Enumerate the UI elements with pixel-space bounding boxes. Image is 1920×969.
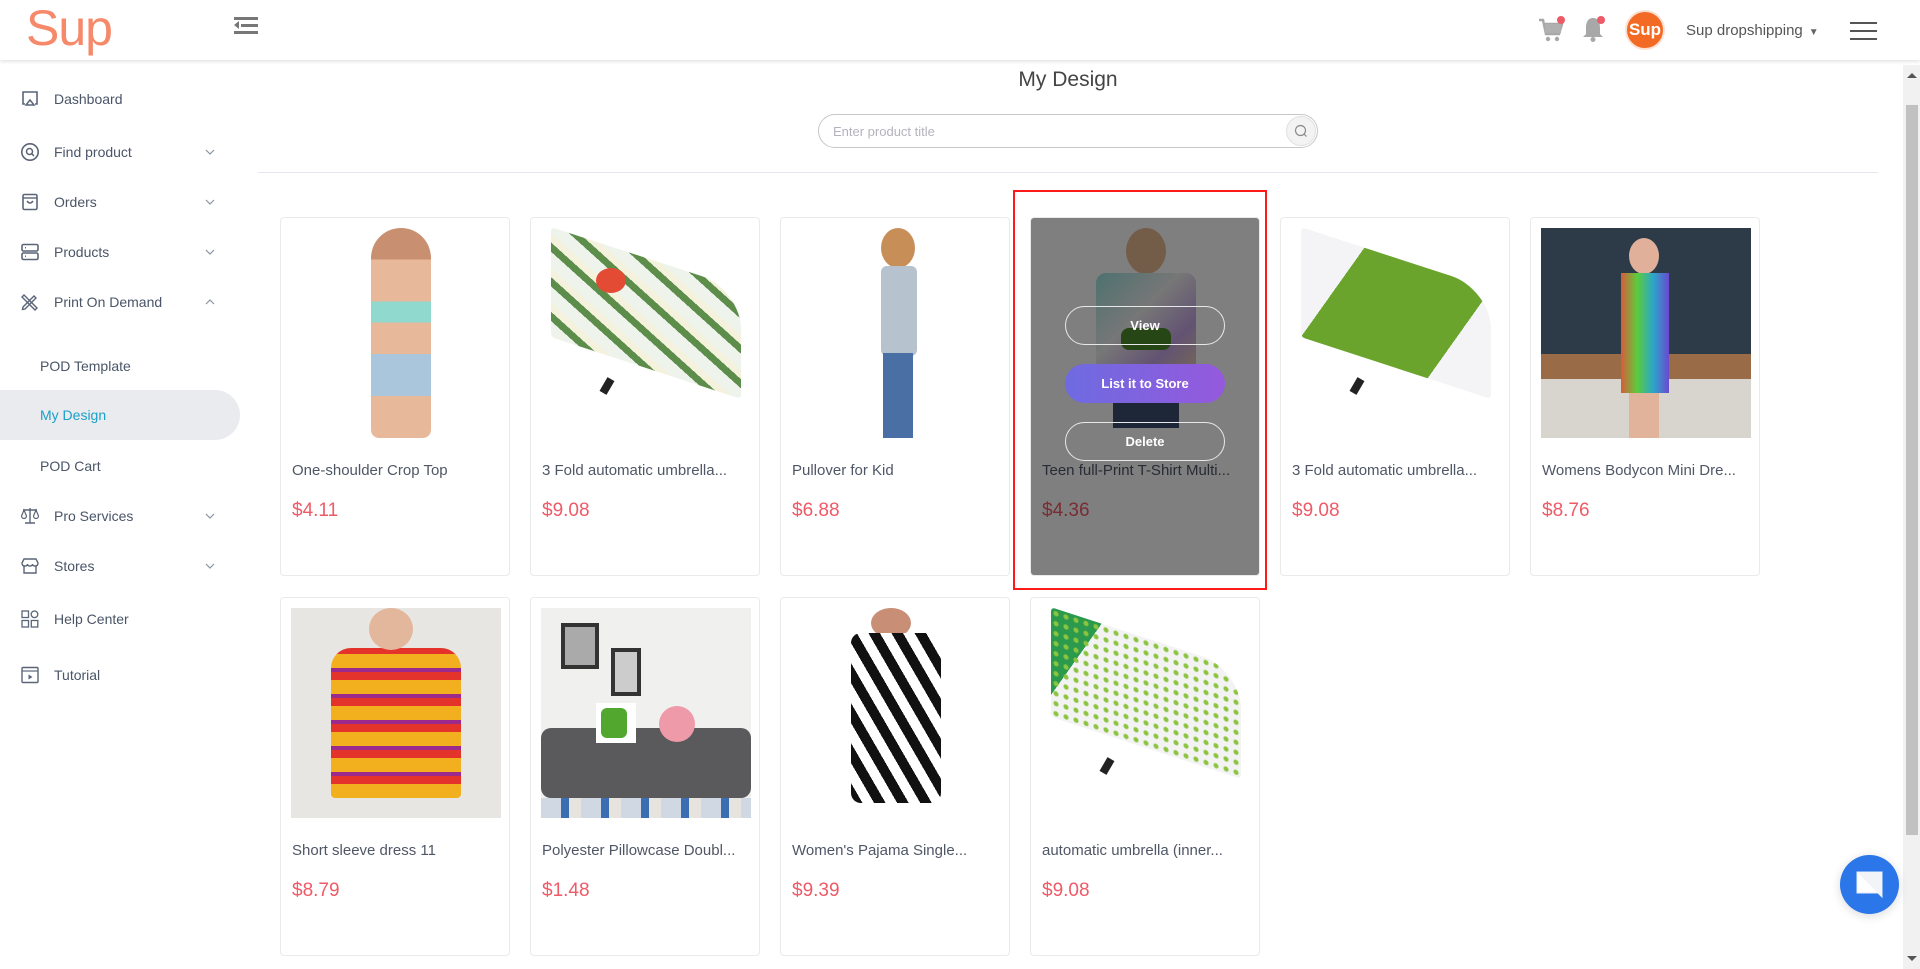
product-card[interactable]: Women's Pajama Single... $9.39 — [780, 597, 1010, 956]
list-to-store-button[interactable]: List it to Store — [1065, 364, 1225, 403]
product-card[interactable]: Womens Bodycon Mini Dre... $8.76 — [1530, 217, 1760, 576]
product-title[interactable]: Pullover for Kid — [792, 462, 1004, 479]
chevron-down-icon — [205, 199, 215, 205]
product-price: $4.11 — [292, 500, 339, 521]
sidebar-item-pro-services[interactable]: Pro Services — [0, 494, 240, 538]
sidebar-subitem-my-design[interactable]: My Design — [0, 390, 240, 440]
divider — [258, 172, 1878, 173]
grid-icon — [21, 610, 39, 628]
scroll-up-arrow-icon[interactable] — [1907, 73, 1917, 78]
product-image[interactable] — [541, 608, 751, 818]
chevron-down-icon — [205, 513, 215, 519]
product-search — [818, 114, 1318, 148]
chevron-down-icon — [205, 563, 215, 569]
scrollbar[interactable] — [1903, 65, 1920, 969]
sidebar-item-orders[interactable]: Orders — [0, 180, 240, 224]
product-price: $8.79 — [292, 880, 340, 901]
sidebar-item-tutorial[interactable]: Tutorial — [0, 653, 240, 697]
scroll-down-arrow-icon[interactable] — [1907, 956, 1917, 961]
cart-notification-dot — [1557, 16, 1565, 24]
search-circle-icon — [21, 143, 39, 161]
product-card[interactable]: One-shoulder Crop Top $4.11 — [280, 217, 510, 576]
sidebar-item-dashboard[interactable]: Dashboard — [0, 77, 240, 121]
product-image[interactable] — [1291, 228, 1501, 438]
search-icon — [1294, 124, 1307, 137]
product-price: $8.76 — [1542, 500, 1590, 521]
hover-overlay: View List it to Store Delete — [1031, 218, 1259, 575]
product-title[interactable]: 3 Fold automatic umbrella... — [1292, 462, 1504, 479]
product-image[interactable] — [791, 608, 1001, 818]
product-card[interactable]: Polyester Pillowcase Doubl... $1.48 — [530, 597, 760, 956]
product-price: $9.39 — [792, 880, 840, 901]
chevron-down-icon — [205, 249, 215, 255]
product-title[interactable]: Polyester Pillowcase Doubl... — [542, 842, 754, 859]
sidebar-item-print-on-demand[interactable]: Print On Demand — [0, 280, 240, 324]
sidebar-item-find-product[interactable]: Find product — [0, 130, 240, 174]
product-price: $9.08 — [542, 500, 590, 521]
pencil-ruler-icon — [21, 294, 38, 311]
product-image[interactable] — [541, 228, 751, 438]
scroll-thumb[interactable] — [1906, 105, 1918, 835]
sidebar: Dashboard Find product Orders Products P… — [0, 60, 245, 969]
account-name: Sup dropshipping — [1686, 22, 1803, 39]
account-dropdown[interactable]: Sup dropshipping ▼ — [1686, 22, 1819, 39]
product-image[interactable] — [291, 608, 501, 818]
hamburger-menu-icon[interactable] — [1850, 22, 1877, 40]
product-card[interactable]: automatic umbrella (inner... $9.08 — [1030, 597, 1260, 956]
product-image[interactable] — [1541, 228, 1751, 438]
search-input[interactable] — [833, 115, 1263, 147]
monitor-icon — [22, 91, 38, 106]
sidebar-item-stores[interactable]: Stores — [0, 544, 240, 588]
scale-icon — [20, 508, 40, 524]
chevron-down-icon — [205, 149, 215, 155]
product-price: $9.08 — [1042, 880, 1090, 901]
sidebar-subitem-pod-cart[interactable]: POD Cart — [0, 441, 240, 491]
bell-icon[interactable] — [1580, 15, 1606, 43]
product-image[interactable] — [791, 228, 1001, 438]
server-icon — [21, 243, 39, 261]
top-header: Sup Sup Sup dropshipping ▼ — [0, 0, 1920, 60]
product-image[interactable] — [291, 228, 501, 438]
avatar[interactable]: Sup — [1625, 10, 1665, 50]
chevron-up-icon — [205, 299, 215, 305]
product-title[interactable]: Womens Bodycon Mini Dre... — [1542, 462, 1754, 479]
caret-down-icon: ▼ — [1808, 27, 1819, 38]
product-card[interactable]: Teen full-Print T-Shirt Multi...$4.36Vie… — [1030, 217, 1260, 576]
product-title[interactable]: Women's Pajama Single... — [792, 842, 1004, 859]
product-card[interactable]: 3 Fold automatic umbrella... $9.08 — [530, 217, 760, 576]
video-icon — [21, 666, 39, 684]
sidebar-subitem-pod-template[interactable]: POD Template — [0, 341, 240, 391]
chat-button[interactable] — [1840, 855, 1899, 914]
sidebar-item-help-center[interactable]: Help Center — [0, 597, 240, 641]
bell-notification-dot — [1597, 16, 1605, 24]
product-card[interactable]: Pullover for Kid $6.88 — [780, 217, 1010, 576]
product-title[interactable]: Short sleeve dress 11 — [292, 842, 504, 859]
product-card[interactable]: 3 Fold automatic umbrella... $9.08 — [1280, 217, 1510, 576]
product-card[interactable]: Short sleeve dress 11 $8.79 — [280, 597, 510, 956]
collapse-sidebar-icon[interactable] — [234, 15, 258, 37]
search-button[interactable] — [1286, 116, 1316, 146]
sidebar-item-products[interactable]: Products — [0, 230, 240, 274]
product-title[interactable]: automatic umbrella (inner... — [1042, 842, 1254, 859]
product-price: $1.48 — [542, 880, 590, 901]
bag-icon — [22, 193, 38, 211]
page-title: My Design — [1018, 68, 1118, 91]
product-image[interactable] — [1041, 608, 1251, 818]
product-price: $6.88 — [792, 500, 840, 521]
store-icon — [21, 558, 39, 574]
product-title[interactable]: 3 Fold automatic umbrella... — [542, 462, 754, 479]
view-button[interactable]: View — [1065, 306, 1225, 345]
chat-bubble-icon — [1856, 871, 1883, 899]
product-price: $9.08 — [1292, 500, 1340, 521]
sup-logo[interactable]: Sup — [26, 0, 113, 56]
delete-button[interactable]: Delete — [1065, 422, 1225, 461]
cart-icon[interactable] — [1537, 16, 1565, 44]
product-title[interactable]: One-shoulder Crop Top — [292, 462, 504, 479]
